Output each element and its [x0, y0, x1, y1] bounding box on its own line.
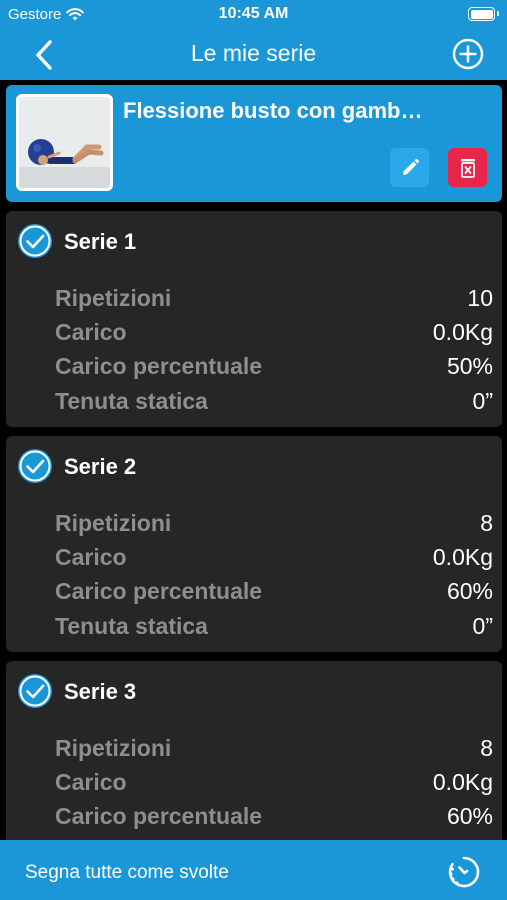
row-value: 0.0Kg — [432, 544, 493, 570]
check-circle-icon[interactable] — [16, 447, 54, 485]
exercise-name: Flessione busto con gamb… — [123, 98, 423, 123]
battery-icon — [468, 7, 499, 21]
navigation-bar: Le mie serie — [0, 30, 507, 80]
row-value: 0” — [472, 613, 493, 639]
exercise-card: Flessione busto con gamb… — [6, 85, 502, 202]
row-label: Ripetizioni — [55, 510, 172, 536]
timer-button[interactable] — [447, 855, 481, 889]
status-time: 10:45 AM — [218, 5, 289, 22]
row-value: 0” — [472, 388, 493, 414]
set-row-repetitions: Ripetizioni 10 — [55, 285, 493, 315]
row-label: Carico percentuale — [55, 803, 263, 829]
set-row-load: Carico 0.0Kg — [55, 544, 493, 574]
set-row-load-percent: Carico percentuale 60% — [55, 578, 493, 608]
add-set-button[interactable] — [451, 37, 485, 71]
plus-circle-icon — [452, 38, 484, 70]
page-title: Le mie serie — [190, 40, 317, 66]
status-bar: Gestore 10:45 AM — [0, 0, 507, 30]
set-row-repetitions: Ripetizioni 8 — [55, 735, 493, 765]
set-row-repetitions: Ripetizioni 8 — [55, 510, 493, 540]
row-label: Tenuta statica — [55, 613, 208, 639]
delete-exercise-button[interactable] — [448, 148, 487, 187]
set-card[interactable]: Serie 1 Ripetizioni 10 Carico 0.0Kg Cari… — [6, 211, 502, 427]
row-value: 0.0Kg — [432, 769, 493, 795]
set-row-load-percent: Carico percentuale 50% — [55, 353, 493, 383]
exercise-image — [19, 97, 110, 188]
row-label: Carico — [55, 769, 127, 795]
set-title: Serie 3 — [64, 679, 137, 704]
set-row-load-percent: Carico percentuale 60% — [55, 803, 493, 833]
trash-icon — [460, 158, 475, 178]
set-title: Serie 1 — [64, 229, 137, 254]
exercise-thumbnail — [16, 94, 113, 191]
row-label: Carico percentuale — [55, 353, 263, 379]
pencil-icon — [402, 158, 419, 175]
set-card[interactable]: Serie 2 Ripetizioni 8 Carico 0.0Kg Caric… — [6, 436, 502, 652]
row-value: 50% — [446, 353, 493, 379]
edit-exercise-button[interactable] — [390, 148, 429, 187]
row-label: Tenuta statica — [55, 388, 208, 414]
row-label: Ripetizioni — [55, 285, 172, 311]
set-title: Serie 2 — [64, 454, 137, 479]
set-row-load: Carico 0.0Kg — [55, 769, 493, 799]
set-row-static-hold: Tenuta statica 0” — [55, 613, 493, 643]
mark-all-done-button[interactable]: Segna tutte come svolte — [25, 862, 229, 884]
row-label: Ripetizioni — [55, 735, 172, 761]
row-label: Carico — [55, 544, 127, 570]
row-value: 60% — [446, 578, 493, 604]
row-value: 8 — [480, 735, 493, 761]
row-label: Carico — [55, 319, 127, 345]
bottom-bar: Segna tutte come svolte — [0, 840, 507, 900]
row-value: 8 — [480, 510, 493, 536]
timer-icon — [448, 856, 480, 888]
set-row-load: Carico 0.0Kg — [55, 319, 493, 349]
row-value: 0.0Kg — [432, 319, 493, 345]
row-value: 10 — [467, 285, 493, 311]
row-label: Carico percentuale — [55, 578, 263, 604]
row-value: 60% — [446, 803, 493, 829]
check-circle-icon[interactable] — [16, 672, 54, 710]
set-row-static-hold: Tenuta statica 0” — [55, 388, 493, 418]
check-circle-icon[interactable] — [16, 222, 54, 260]
